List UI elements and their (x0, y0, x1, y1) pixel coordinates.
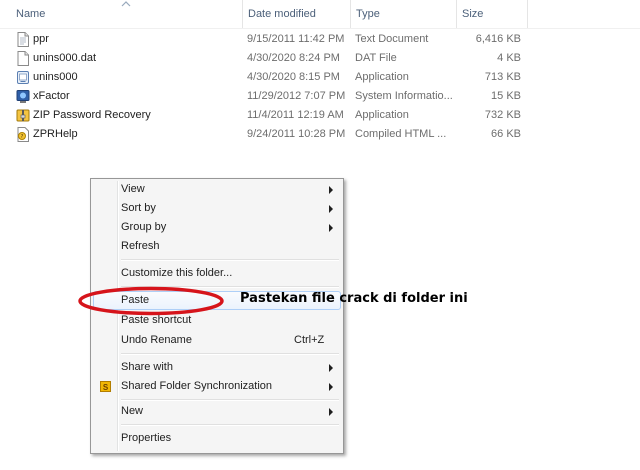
menu-separator (121, 259, 339, 261)
file-name: ZIP Password Recovery (33, 109, 151, 121)
menu-separator (121, 353, 339, 355)
column-divider[interactable] (456, 0, 457, 28)
dat-file-icon (17, 51, 29, 66)
menu-item-customize-folder[interactable]: Customize this folder... (93, 264, 341, 283)
menu-item-label: Properties (121, 432, 172, 444)
file-size: 6,416 KB (475, 33, 521, 45)
menu-item-share-with[interactable]: Share with (93, 358, 341, 377)
menu-item-label: Refresh (121, 240, 160, 252)
file-size: 713 KB (484, 71, 521, 83)
file-size: 66 KB (491, 128, 521, 140)
file-size: 4 KB (497, 52, 521, 64)
file-type: Application (355, 109, 409, 121)
file-name: unins000 (33, 71, 78, 83)
file-type: Compiled HTML ... (355, 128, 447, 140)
submenu-arrow-icon (329, 186, 333, 194)
system-info-icon (16, 90, 30, 103)
file-row[interactable]: unins000.dat 4/30/2020 8:24 PM DAT File … (0, 49, 640, 68)
submenu-arrow-icon (329, 224, 333, 232)
menu-item-refresh[interactable]: Refresh (93, 237, 341, 256)
menu-item-view[interactable]: View (93, 180, 341, 199)
file-type: Application (355, 71, 409, 83)
menu-item-shared-folder-sync[interactable]: S Shared Folder Synchronization (93, 377, 341, 396)
file-date: 9/15/2011 11:42 PM (247, 33, 345, 45)
menu-item-label: Group by (121, 221, 167, 233)
file-date: 9/24/2011 10:28 PM (247, 128, 346, 140)
menu-item-label: Sort by (121, 202, 156, 214)
menu-item-new[interactable]: New (93, 402, 341, 421)
menu-separator (121, 424, 339, 426)
menu-item-label: Undo Rename (121, 334, 192, 346)
file-name: xFactor (33, 90, 70, 102)
file-name: ppr (33, 33, 49, 45)
file-row[interactable]: xFactor 11/29/2012 7:07 PM System Inform… (0, 87, 640, 106)
menu-item-label: New (121, 405, 144, 417)
menu-item-sort-by[interactable]: Sort by (93, 199, 341, 218)
column-size[interactable]: Size (462, 0, 483, 28)
shared-folder-sync-icon: S (100, 381, 111, 392)
file-size: 15 KB (491, 90, 521, 102)
chm-help-icon: ? (17, 127, 29, 142)
menu-item-shortcut: Ctrl+Z (294, 334, 325, 346)
context-menu: View Sort by Group by Refresh Customize … (90, 178, 344, 454)
sort-ascending-icon (121, 1, 131, 7)
submenu-arrow-icon (329, 408, 333, 416)
file-size: 732 KB (484, 109, 521, 121)
column-divider[interactable] (242, 0, 243, 28)
column-header: Name Date modified Type Size (0, 0, 640, 29)
column-divider[interactable] (527, 0, 528, 28)
file-date: 4/30/2020 8:15 PM (247, 71, 340, 83)
menu-item-properties[interactable]: Properties (93, 429, 341, 448)
file-type: DAT File (355, 52, 397, 64)
file-date: 11/29/2012 7:07 PM (247, 90, 346, 102)
column-type[interactable]: Type (356, 0, 380, 28)
file-name: ZPRHelp (33, 128, 78, 140)
submenu-arrow-icon (329, 364, 333, 372)
file-type: Text Document (355, 33, 429, 45)
menu-item-label: Shared Folder Synchronization (121, 380, 273, 392)
menu-item-label: View (121, 183, 145, 195)
zip-app-icon (16, 109, 30, 122)
file-row[interactable]: ZIP Password Recovery 11/4/2011 12:19 AM… (0, 106, 640, 125)
file-row[interactable]: ? ZPRHelp 9/24/2011 10:28 PM Compiled HT… (0, 125, 640, 144)
file-name: unins000.dat (33, 52, 96, 64)
file-type: System Informatio... (355, 90, 453, 102)
text-document-icon (17, 32, 29, 47)
column-name[interactable]: Name (16, 0, 45, 28)
svg-text:?: ? (21, 134, 24, 140)
file-row[interactable]: unins000 4/30/2020 8:15 PM Application 7… (0, 68, 640, 87)
menu-item-group-by[interactable]: Group by (93, 218, 341, 237)
column-date-modified[interactable]: Date modified (248, 0, 316, 28)
annotation-caption: Pastekan file crack di folder ini (240, 291, 468, 306)
highlight-ellipse (78, 286, 224, 316)
menu-item-label: Customize this folder... (121, 267, 233, 279)
menu-separator (121, 399, 339, 401)
file-row[interactable]: ppr 9/15/2011 11:42 PM Text Document 6,4… (0, 30, 640, 49)
menu-item-undo-rename[interactable]: Undo Rename Ctrl+Z (93, 331, 341, 350)
column-divider[interactable] (350, 0, 351, 28)
file-date: 4/30/2020 8:24 PM (247, 52, 340, 64)
submenu-arrow-icon (329, 383, 333, 391)
uninstaller-icon (17, 71, 29, 84)
file-date: 11/4/2011 12:19 AM (247, 109, 344, 121)
menu-item-label: Share with (121, 361, 173, 373)
submenu-arrow-icon (329, 205, 333, 213)
